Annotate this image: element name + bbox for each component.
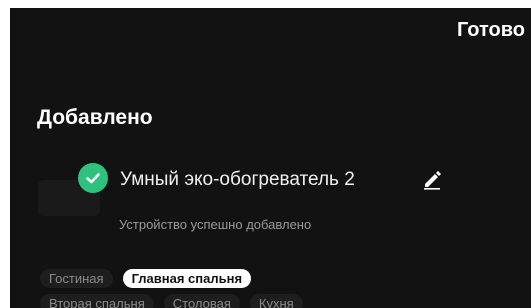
pencil-icon[interactable] bbox=[421, 168, 443, 190]
room-chips-row-1: Гостиная Главная спальня bbox=[40, 269, 252, 288]
room-chip-dining-room[interactable]: Столовая bbox=[163, 294, 240, 308]
room-chip-second-bedroom[interactable]: Вторая спальня bbox=[40, 294, 154, 308]
status-text: Устройство успешно добавлено bbox=[119, 217, 312, 232]
section-title: Добавлено bbox=[37, 106, 153, 129]
room-chip-master-bedroom[interactable]: Главная спальня bbox=[122, 269, 252, 288]
room-chip-living-room[interactable]: Гостиная bbox=[40, 269, 113, 288]
room-chips-row-2: Вторая спальня Столовая Кухня bbox=[40, 294, 303, 308]
device-added-screen: Готово Добавлено Умный эко-обогреватель … bbox=[10, 8, 531, 308]
check-circle-icon bbox=[78, 163, 108, 193]
room-chip-kitchen[interactable]: Кухня bbox=[249, 294, 303, 308]
device-name: Умный эко-обогреватель 2 bbox=[120, 169, 355, 190]
done-button[interactable]: Готово bbox=[457, 19, 525, 42]
